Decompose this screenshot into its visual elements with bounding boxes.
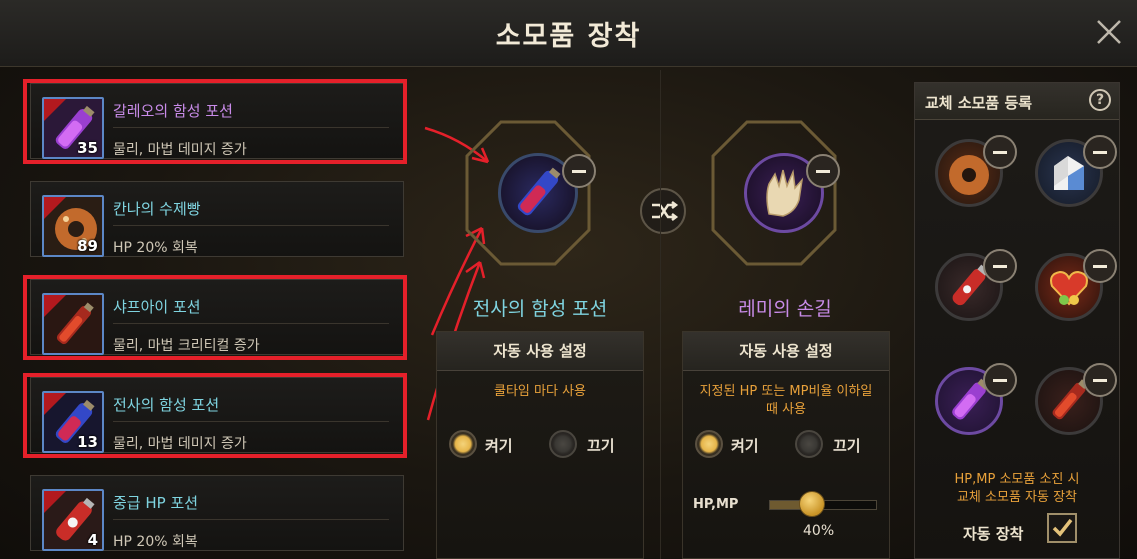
hp-potion-icon: 4: [42, 489, 104, 551]
list-item[interactable]: 35 갈레오의 함성 포션 물리, 마법 데미지 증가: [23, 78, 408, 164]
radio-off-label: 끄기: [833, 437, 861, 455]
item-count: 4: [87, 531, 98, 549]
divider: [113, 225, 389, 226]
window-header: 소모품 장착: [0, 0, 1137, 67]
item-desc: HP 20% 회복: [113, 534, 198, 550]
item-desc: 물리, 마법 데미지 증가: [113, 436, 247, 452]
close-icon: [1097, 20, 1121, 44]
item-desc: 물리, 마법 크리티컬 증가: [113, 338, 260, 354]
radio-off[interactable]: [549, 430, 577, 458]
radio-on-label: 켜기: [731, 437, 759, 455]
radio-on[interactable]: [695, 430, 723, 458]
item-desc: HP 20% 회복: [113, 240, 198, 256]
close-button[interactable]: [1093, 16, 1125, 48]
auto-condition: 쿨타임 마다 사용: [494, 384, 586, 399]
radio-off[interactable]: [795, 430, 823, 458]
remove-button[interactable]: [1083, 249, 1117, 283]
divider: [113, 127, 389, 128]
auto-use-panel-left: 자동 사용 설정 쿨타임 마다 사용 켜기 끄기: [436, 331, 644, 559]
center-divider: [660, 70, 661, 559]
item-desc: 물리, 마법 데미지 증가: [113, 142, 247, 158]
radio-on[interactable]: [449, 430, 477, 458]
remove-button[interactable]: [1083, 135, 1117, 169]
replace-note-line1: HP,MP 소모품 소진 시: [954, 472, 1080, 487]
remove-button[interactable]: [562, 154, 596, 188]
swap-button[interactable]: [640, 188, 686, 234]
help-icon[interactable]: ?: [1089, 89, 1111, 111]
replace-panel: 교체 소모품 등록 ? HP,MP 소모품 소진 시 교체 소모품 자동 장착 …: [914, 82, 1120, 559]
auto-condition-line2: 때 사용: [765, 402, 806, 417]
replace-panel-title: 교체 소모품 등록: [925, 94, 1033, 112]
red-potion-icon: [42, 293, 104, 355]
auto-equip-label: 자동 장착: [963, 525, 1024, 543]
auto-equip-checkbox[interactable]: [1047, 513, 1077, 543]
item-card: 샤프아이 포션 물리, 마법 크리티컬 증가: [30, 279, 404, 355]
item-count: 35: [77, 139, 98, 157]
slider-label: HP,MP: [693, 497, 739, 512]
item-name: 전사의 함성 포션: [113, 396, 220, 414]
divider: [113, 519, 389, 520]
checkmark-icon: [1052, 518, 1073, 537]
item-name: 중급 HP 포션: [113, 494, 199, 512]
replace-note-line2: 교체 소모품 자동 장착: [956, 490, 1078, 505]
item-count: 13: [77, 433, 98, 451]
purple-potion-icon: 35: [42, 97, 104, 159]
remove-button[interactable]: [983, 249, 1017, 283]
panel-title: 자동 사용 설정: [437, 332, 643, 371]
item-card: 89 칸나의 수제빵 HP 20% 회복: [30, 181, 404, 257]
item-count: 89: [77, 237, 98, 255]
list-item[interactable]: 13 전사의 함성 포션 물리, 마법 데미지 증가: [23, 372, 408, 458]
remove-button[interactable]: [983, 363, 1017, 397]
window-title: 소모품 장착: [495, 21, 642, 52]
item-name: 샤프아이 포션: [113, 298, 201, 316]
slot-right-name: 레미의 손길: [738, 298, 832, 320]
list-item[interactable]: 89 칸나의 수제빵 HP 20% 회복: [28, 176, 408, 262]
item-card: 13 전사의 함성 포션 물리, 마법 데미지 증가: [30, 377, 404, 453]
list-item[interactable]: 샤프아이 포션 물리, 마법 크리티컬 증가: [23, 274, 408, 360]
divider: [113, 421, 389, 422]
bread-icon: 89: [42, 195, 104, 257]
remove-button[interactable]: [1083, 363, 1117, 397]
remove-button[interactable]: [806, 154, 840, 188]
divider: [113, 323, 389, 324]
item-card: 4 중급 HP 포션 HP 20% 회복: [30, 475, 404, 551]
auto-use-panel-right: 자동 사용 설정 지정된 HP 또는 MP비율 이하일 때 사용 켜기 끄기 H…: [682, 331, 890, 559]
item-name: 칸나의 수제빵: [113, 200, 201, 218]
blue-potion-icon: 13: [42, 391, 104, 453]
radio-on-label: 켜기: [485, 437, 513, 455]
consumable-equip-window: 소모품 장착 35 갈레오의 함성 포션 물리, 마법 데미지 증가 89 칸나…: [0, 0, 1137, 559]
list-item[interactable]: 4 중급 HP 포션 HP 20% 회복: [28, 470, 408, 556]
shuffle-icon: [652, 201, 679, 221]
panel-title: 자동 사용 설정: [683, 332, 889, 371]
slot-left-name: 전사의 함성 포션: [472, 298, 608, 320]
item-card: 35 갈레오의 함성 포션 물리, 마법 데미지 증가: [30, 83, 404, 159]
remove-button[interactable]: [983, 135, 1017, 169]
radio-off-label: 끄기: [587, 437, 615, 455]
replace-panel-header: 교체 소모품 등록 ?: [915, 83, 1119, 120]
slider-knob[interactable]: [799, 491, 825, 517]
item-name: 갈레오의 함성 포션: [113, 102, 233, 120]
auto-condition-line1: 지정된 HP 또는 MP비율 이하일: [699, 384, 873, 399]
slider-value: 40%: [803, 523, 835, 539]
